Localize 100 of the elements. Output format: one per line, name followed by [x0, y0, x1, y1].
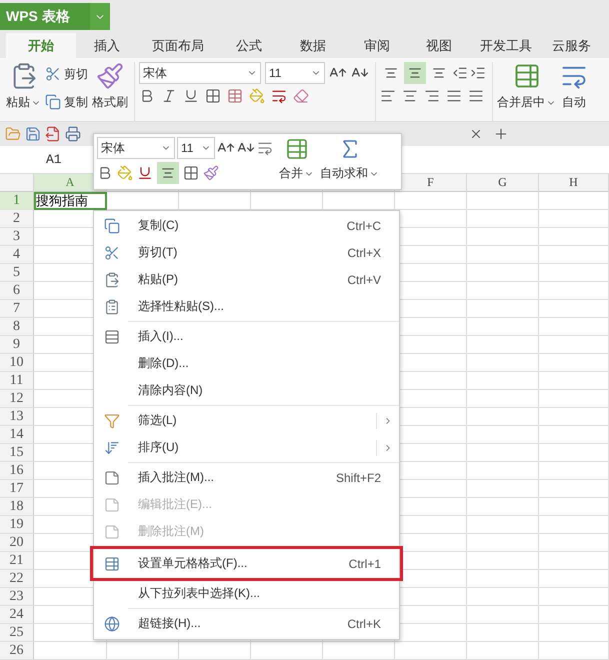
- format-painter-button[interactable]: 格式刷: [92, 62, 128, 121]
- table-cell[interactable]: [467, 264, 539, 282]
- row-header[interactable]: 24: [0, 606, 34, 624]
- ribbon-tab[interactable]: 数据: [280, 33, 346, 58]
- table-cell[interactable]: [251, 642, 323, 660]
- row-header[interactable]: 11: [0, 372, 34, 390]
- table-cell[interactable]: [539, 480, 609, 498]
- row-header[interactable]: 13: [0, 408, 34, 426]
- row-header[interactable]: 21: [0, 552, 34, 570]
- table-cell[interactable]: [467, 480, 539, 498]
- menu-item[interactable]: 排序(U): [94, 434, 399, 461]
- table-cell[interactable]: [467, 192, 539, 210]
- table-cell[interactable]: [467, 498, 539, 516]
- menu-item[interactable]: 删除(D)...: [94, 350, 399, 377]
- ribbon-tab[interactable]: 公式: [218, 33, 280, 58]
- table-cell[interactable]: [467, 408, 539, 426]
- row-header[interactable]: 10: [0, 354, 34, 372]
- column-header[interactable]: G: [467, 174, 539, 192]
- table-cell[interactable]: [539, 282, 609, 300]
- table-cell[interactable]: [539, 516, 609, 534]
- menu-item[interactable]: 插入批注(M)... Shift+F2: [94, 464, 399, 491]
- menu-item[interactable]: 复制(C) Ctrl+C: [94, 212, 399, 239]
- table-cell[interactable]: [467, 642, 539, 660]
- table-cell[interactable]: [539, 606, 609, 624]
- table-cell[interactable]: [467, 570, 539, 588]
- table-cell[interactable]: [467, 300, 539, 318]
- row-header[interactable]: 23: [0, 588, 34, 606]
- row-header[interactable]: 5: [0, 264, 34, 282]
- row-header[interactable]: 22: [0, 570, 34, 588]
- table-cell[interactable]: [539, 588, 609, 606]
- table-cell[interactable]: [539, 264, 609, 282]
- table-cell[interactable]: [467, 624, 539, 642]
- menu-item[interactable]: 剪切(T) Ctrl+X: [94, 239, 399, 266]
- row-header[interactable]: 7: [0, 300, 34, 318]
- table-cell[interactable]: [539, 570, 609, 588]
- row-header[interactable]: 3: [0, 228, 34, 246]
- select-all-corner[interactable]: [0, 174, 34, 192]
- table-cell[interactable]: [467, 210, 539, 228]
- font-size-field[interactable]: 11: [265, 62, 325, 84]
- column-header[interactable]: H: [539, 174, 609, 192]
- table-cell[interactable]: [539, 426, 609, 444]
- table-cell[interactable]: [34, 642, 107, 660]
- row-header[interactable]: 4: [0, 246, 34, 264]
- font-size-field[interactable]: 11: [177, 137, 215, 159]
- table-cell[interactable]: [539, 354, 609, 372]
- ribbon-tab[interactable]: 开始: [6, 33, 76, 58]
- autosum-button[interactable]: 自动求和: [320, 137, 379, 186]
- table-cell[interactable]: [395, 192, 467, 210]
- ribbon-tab[interactable]: 插入: [76, 33, 138, 58]
- table-cell[interactable]: [467, 534, 539, 552]
- table-cell[interactable]: [539, 246, 609, 264]
- table-cell[interactable]: [539, 642, 609, 660]
- row-header[interactable]: 8: [0, 318, 34, 336]
- table-cell[interactable]: 搜狗指南: [34, 192, 107, 210]
- table-cell[interactable]: [467, 318, 539, 336]
- align-button[interactable]: [404, 62, 426, 84]
- merge-button[interactable]: 合并: [279, 137, 314, 186]
- table-cell[interactable]: [539, 228, 609, 246]
- table-cell[interactable]: [539, 498, 609, 516]
- menu-item[interactable]: 清除内容(N): [94, 377, 399, 404]
- row-header[interactable]: 16: [0, 462, 34, 480]
- row-header[interactable]: 14: [0, 426, 34, 444]
- copy-button[interactable]: 复制: [45, 90, 88, 114]
- table-cell[interactable]: [467, 606, 539, 624]
- name-box[interactable]: A1: [46, 152, 62, 167]
- table-cell[interactable]: [467, 336, 539, 354]
- table-cell[interactable]: [539, 336, 609, 354]
- table-cell[interactable]: [539, 192, 609, 210]
- ribbon-tab[interactable]: 审阅: [346, 33, 408, 58]
- table-cell[interactable]: [539, 552, 609, 570]
- table-cell[interactable]: [539, 444, 609, 462]
- table-cell[interactable]: [467, 516, 539, 534]
- wrap-text-button[interactable]: 自动: [560, 62, 588, 121]
- row-header[interactable]: 2: [0, 210, 34, 228]
- table-cell[interactable]: [467, 372, 539, 390]
- table-cell[interactable]: [467, 282, 539, 300]
- table-cell[interactable]: [539, 318, 609, 336]
- table-cell[interactable]: [467, 462, 539, 480]
- row-header[interactable]: 18: [0, 498, 34, 516]
- font-field[interactable]: 宋体: [97, 137, 175, 159]
- table-cell[interactable]: [107, 642, 179, 660]
- menu-item[interactable]: 筛选(L): [94, 407, 399, 434]
- table-cell[interactable]: [467, 444, 539, 462]
- ribbon-tab[interactable]: 视图: [408, 33, 470, 58]
- table-cell[interactable]: [539, 300, 609, 318]
- menu-item[interactable]: 选择性粘贴(S)...: [94, 293, 399, 320]
- table-cell[interactable]: [539, 372, 609, 390]
- row-header[interactable]: 26: [0, 642, 34, 660]
- table-cell[interactable]: [539, 408, 609, 426]
- row-header[interactable]: 19: [0, 516, 34, 534]
- menu-item[interactable]: 粘贴(P) Ctrl+V: [94, 266, 399, 293]
- ribbon-tab[interactable]: 云服务: [542, 33, 601, 58]
- table-cell[interactable]: [467, 354, 539, 372]
- table-cell[interactable]: [539, 462, 609, 480]
- menu-item[interactable]: 从下拉列表中选择(K)...: [94, 580, 399, 607]
- row-header[interactable]: 9: [0, 336, 34, 354]
- table-cell[interactable]: [539, 624, 609, 642]
- table-cell[interactable]: [539, 210, 609, 228]
- table-cell[interactable]: [467, 390, 539, 408]
- table-cell[interactable]: [323, 642, 395, 660]
